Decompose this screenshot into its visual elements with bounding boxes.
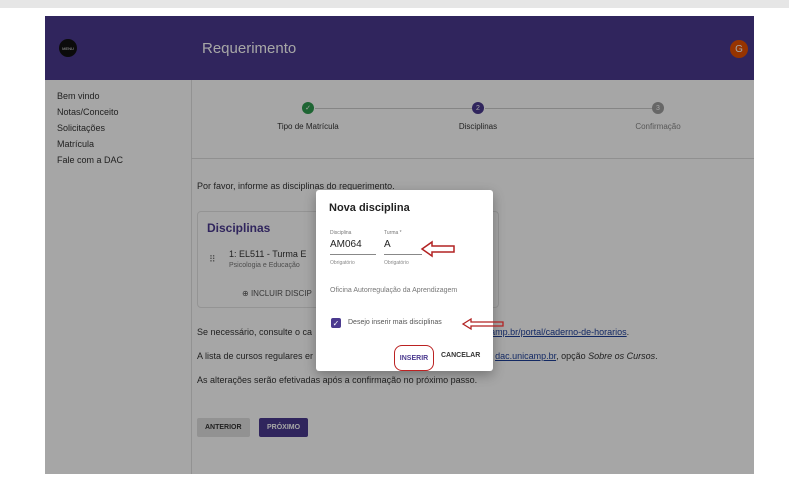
mais-disciplinas-label: Desejo inserir mais disciplinas [348, 319, 442, 326]
disciplina-label: Disciplina [330, 230, 352, 236]
cancelar-button[interactable]: CANCELAR [441, 352, 480, 359]
turma-hint: Obrigatório [384, 260, 409, 266]
mais-disciplinas-checkbox[interactable]: ✓ [331, 318, 341, 328]
disciplina-input[interactable]: AM064 [330, 239, 362, 250]
dialog-title: Nova disciplina [329, 202, 410, 214]
turma-underline [384, 254, 422, 255]
turma-label: Turma * [384, 230, 402, 236]
turma-input[interactable]: A [384, 239, 391, 250]
browser-top-strip [0, 0, 789, 8]
inserir-button[interactable]: INSERIR [394, 345, 434, 371]
disciplina-underline [330, 254, 376, 255]
annotation-arrow-icon [420, 240, 455, 258]
disciplina-hint: Obrigatório [330, 260, 355, 266]
nova-disciplina-dialog: Nova disciplina Disciplina AM064 Obrigat… [316, 190, 493, 371]
annotation-arrow-icon [461, 317, 504, 331]
disciplina-description: Oficina Autorregulação da Aprendizagem [330, 287, 458, 294]
